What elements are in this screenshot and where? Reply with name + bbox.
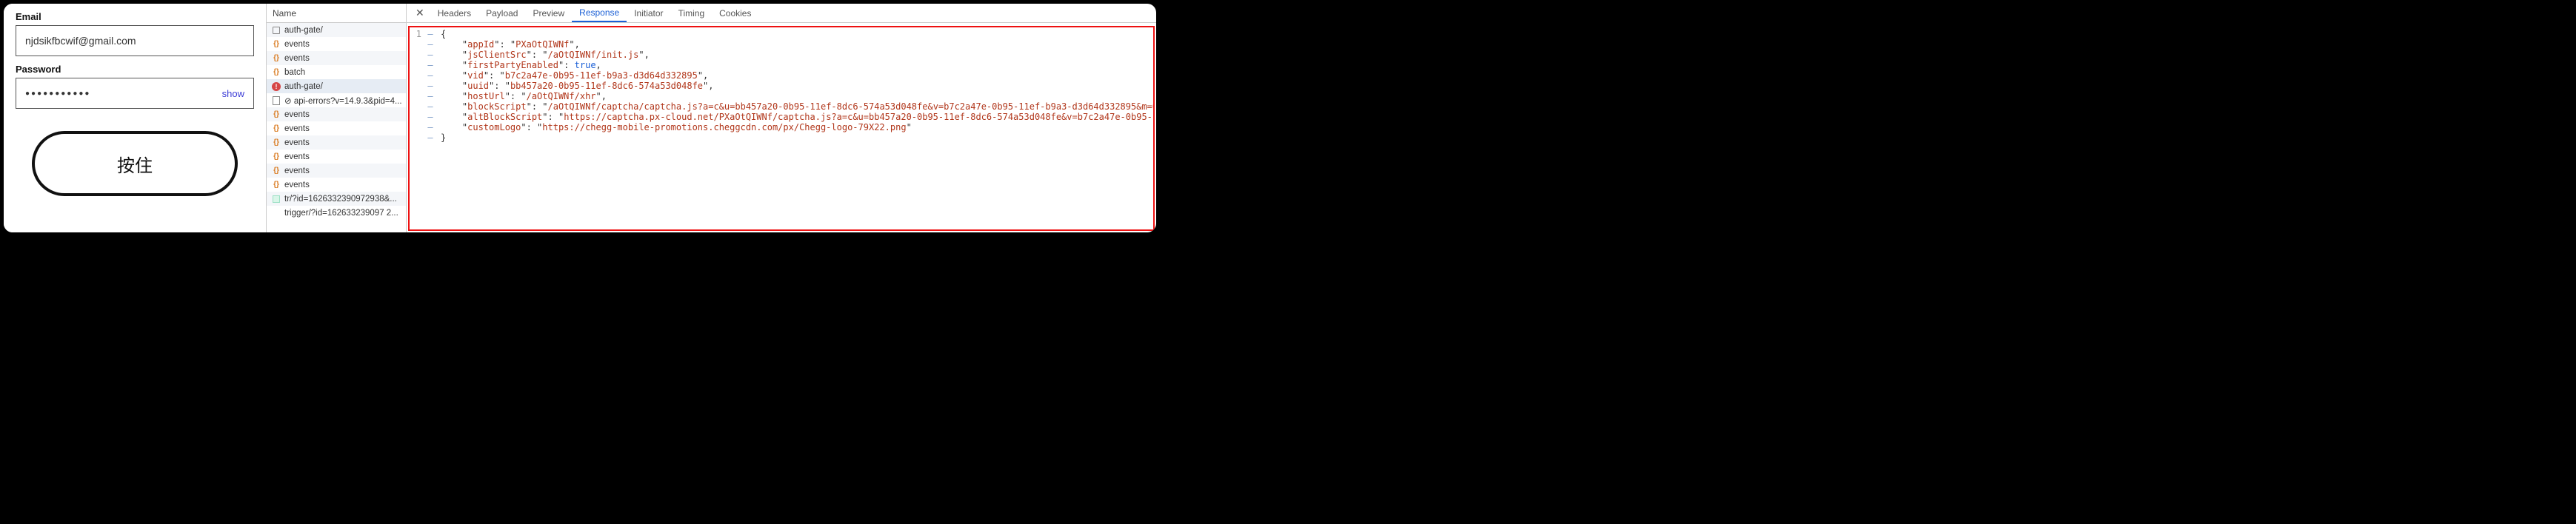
login-form: Email njdsikfbcwif@gmail.com Password ●●… — [4, 4, 266, 232]
network-requests-list: auth-gate/{}events{}events{}batch!auth-g… — [267, 23, 406, 220]
tab-initiator[interactable]: Initiator — [627, 4, 670, 22]
image-icon — [271, 194, 281, 204]
network-requests-panel: Name auth-gate/{}events{}events{}batch!a… — [266, 4, 407, 232]
network-request-row[interactable]: {}events — [267, 51, 406, 65]
xhr-icon: {} — [271, 124, 281, 134]
network-name-header[interactable]: Name — [267, 4, 406, 23]
network-request-row[interactable]: auth-gate/ — [267, 23, 406, 37]
hold-button-label: 按住 — [117, 151, 153, 177]
document-icon — [271, 25, 281, 36]
network-request-name: events — [284, 110, 310, 119]
xhr-icon: {} — [271, 138, 281, 148]
xhr-icon: {} — [271, 67, 281, 78]
hold-button[interactable]: 按住 — [32, 131, 238, 196]
tab-preview[interactable]: Preview — [525, 4, 572, 22]
network-request-name: events — [284, 138, 310, 147]
network-request-name: ⊘ api-errors?v=14.9.3&pid=4... — [284, 95, 402, 106]
response-body[interactable]: 1 ––––––––––– { "appId": "PXaOtQIWNf", "… — [408, 26, 1155, 231]
xhr-icon: {} — [271, 180, 281, 190]
network-request-name: batch — [284, 68, 305, 77]
network-request-name: events — [284, 40, 310, 49]
network-request-name: auth-gate/ — [284, 26, 323, 35]
xhr-icon: {} — [271, 53, 281, 64]
email-value: njdsikfbcwif@gmail.com — [25, 35, 136, 47]
password-value: ●●●●●●●●●●● — [25, 90, 222, 98]
network-request-row[interactable]: {}events — [267, 135, 406, 150]
tab-response[interactable]: Response — [572, 4, 627, 22]
network-request-row[interactable]: {}events — [267, 178, 406, 192]
network-request-row[interactable]: {}events — [267, 150, 406, 164]
password-label: Password — [16, 64, 254, 75]
network-request-name: trigger/?id=162633239097 2... — [284, 209, 398, 218]
script-icon — [271, 95, 281, 106]
network-request-name: events — [284, 54, 310, 63]
tab-payload[interactable]: Payload — [478, 4, 525, 22]
network-request-row[interactable]: {}batch — [267, 65, 406, 79]
network-request-row[interactable]: !auth-gate/ — [267, 79, 406, 93]
network-request-row[interactable]: {}events — [267, 121, 406, 135]
network-request-name: tr/?id=1626332390972938&... — [284, 195, 397, 204]
network-request-row[interactable]: {}events — [267, 164, 406, 178]
email-label: Email — [16, 11, 254, 22]
network-request-row[interactable]: trigger/?id=162633239097 2... — [267, 206, 406, 220]
request-details-panel: ✕ HeadersPayloadPreviewResponseInitiator… — [407, 4, 1156, 232]
blank-icon — [271, 208, 281, 218]
network-request-row[interactable]: {}events — [267, 107, 406, 121]
email-field[interactable]: njdsikfbcwif@gmail.com — [16, 25, 254, 56]
network-request-row[interactable]: ⊘ api-errors?v=14.9.3&pid=4... — [267, 93, 406, 107]
tab-timing[interactable]: Timing — [671, 4, 713, 22]
xhr-icon: {} — [271, 39, 281, 50]
network-request-name: events — [284, 152, 310, 161]
error-icon: ! — [271, 81, 281, 92]
show-password-link[interactable]: show — [222, 88, 244, 99]
network-request-row[interactable]: {}events — [267, 37, 406, 51]
network-request-name: events — [284, 124, 310, 133]
network-request-name: auth-gate/ — [284, 82, 323, 91]
fold-gutter: ––––––––––– — [424, 27, 436, 229]
xhr-icon: {} — [271, 166, 281, 176]
network-request-name: events — [284, 167, 310, 175]
details-tab-bar: ✕ HeadersPayloadPreviewResponseInitiator… — [407, 4, 1156, 23]
password-field[interactable]: ●●●●●●●●●●● show — [16, 78, 254, 109]
tab-cookies[interactable]: Cookies — [712, 4, 758, 22]
network-request-name: events — [284, 181, 310, 189]
line-number-gutter: 1 — [410, 27, 424, 229]
close-icon[interactable]: ✕ — [410, 4, 430, 22]
xhr-icon: {} — [271, 152, 281, 162]
tab-headers[interactable]: Headers — [430, 4, 478, 22]
code-content: { "appId": "PXaOtQIWNf", "jsClientSrc": … — [436, 27, 1153, 229]
xhr-icon: {} — [271, 110, 281, 120]
network-request-row[interactable]: tr/?id=1626332390972938&... — [267, 192, 406, 206]
